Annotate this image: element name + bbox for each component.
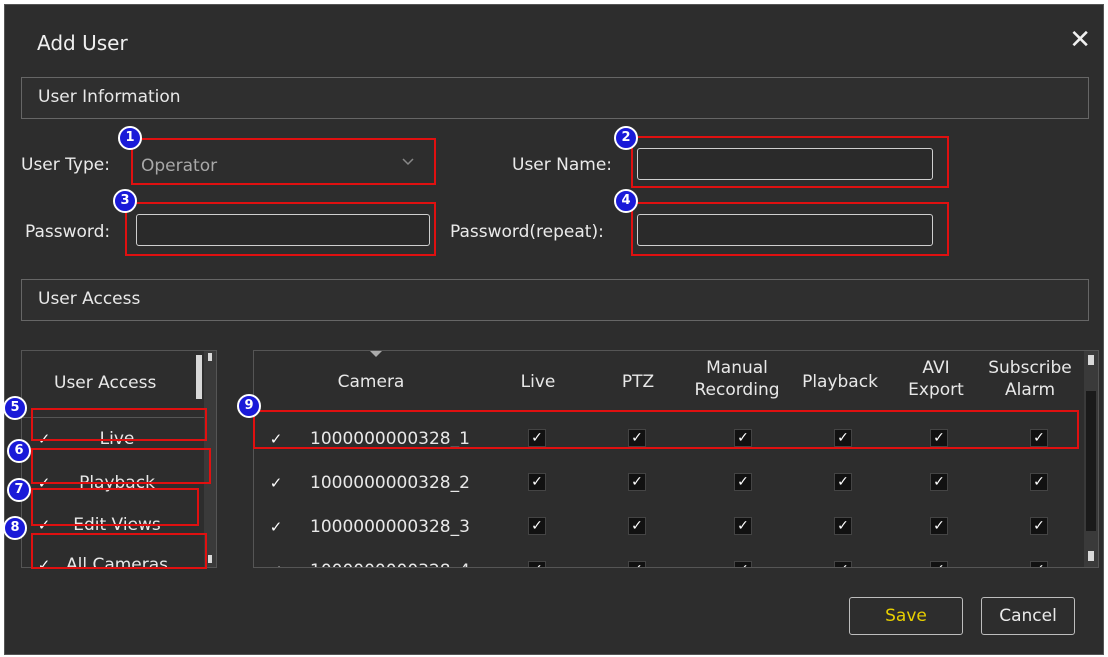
permission-checkbox[interactable]: ✓ (734, 473, 752, 491)
permission-checkbox[interactable]: ✓ (528, 517, 546, 535)
permission-checkbox[interactable]: ✓ (628, 473, 646, 491)
permission-checkbox[interactable]: ✓ (834, 517, 852, 535)
permission-checkbox[interactable]: ✓ (834, 561, 852, 567)
annotation-box-1 (131, 138, 436, 185)
table-row[interactable]: ✓ 1000000000328_3 ✓ ✓ ✓ ✓ ✓ ✓ (254, 505, 1082, 549)
badge-6: 6 (7, 439, 31, 463)
save-button[interactable]: Save (849, 597, 963, 635)
camera-permissions-table: Camera Live PTZ Manual Recording Playbac… (253, 350, 1099, 568)
camera-name-cell: 1000000000328_2 (310, 473, 470, 493)
permission-checkbox[interactable]: ✓ (734, 517, 752, 535)
scroll-up-arrow[interactable] (1088, 355, 1094, 365)
table-row[interactable]: ✓ 1000000000328_4 ✓ ✓ ✓ ✓ ✓ ✓ (254, 549, 1082, 567)
camera-name-cell: 1000000000328_4 (310, 561, 470, 567)
column-header-ptz[interactable]: PTZ (608, 371, 668, 393)
add-user-dialog: Add User ✕ User Information User Type: O… (3, 4, 1104, 655)
table-row[interactable]: ✓ 1000000000328_2 ✓ ✓ ✓ ✓ ✓ ✓ (254, 461, 1082, 505)
user-type-label: User Type: (21, 155, 110, 175)
password-repeat-label: Password(repeat): (450, 222, 604, 242)
scroll-down-arrow[interactable] (208, 555, 212, 563)
column-header-avi-export[interactable]: AVI Export (894, 357, 978, 401)
annotation-box-9 (253, 410, 1079, 449)
row-checkbox[interactable]: ✓ (268, 475, 284, 491)
annotation-box-8 (31, 533, 207, 569)
badge-1: 1 (118, 126, 142, 150)
column-header-subscribe-alarm[interactable]: Subscribe Alarm (980, 357, 1080, 401)
password-label: Password: (25, 222, 111, 242)
permission-checkbox[interactable]: ✓ (1030, 473, 1048, 491)
row-checkbox[interactable]: ✓ (268, 563, 284, 567)
annotation-box-6 (31, 448, 211, 484)
section-title: User Access (38, 289, 141, 309)
scroll-up-arrow[interactable] (208, 353, 212, 361)
permission-checkbox[interactable]: ✓ (1030, 517, 1048, 535)
section-user-access: User Access (21, 279, 1089, 321)
badge-7: 7 (7, 478, 31, 502)
badge-9: 9 (237, 394, 261, 418)
sort-indicator-icon (370, 351, 382, 357)
permission-checkbox[interactable]: ✓ (930, 473, 948, 491)
camera-name-cell: 1000000000328_3 (310, 517, 470, 537)
section-title: User Information (38, 87, 181, 107)
table-scrollbar[interactable] (1084, 351, 1098, 567)
close-icon[interactable]: ✕ (1069, 25, 1091, 55)
column-header-playback[interactable]: Playback (792, 371, 888, 393)
section-user-information: User Information (21, 77, 1089, 119)
badge-4: 4 (614, 189, 638, 213)
annotation-box-7 (31, 488, 199, 526)
badge-3: 3 (113, 189, 137, 213)
annotation-box-4 (631, 202, 949, 256)
list-header-label: User Access (54, 373, 157, 393)
permission-checkbox[interactable]: ✓ (528, 473, 546, 491)
column-header-manual-recording[interactable]: Manual Recording (682, 357, 792, 401)
permission-checkbox[interactable]: ✓ (528, 561, 546, 567)
permission-checkbox[interactable]: ✓ (930, 517, 948, 535)
cancel-button[interactable]: Cancel (981, 597, 1075, 635)
scroll-thumb[interactable] (1086, 391, 1096, 531)
column-header-live[interactable]: Live (508, 371, 568, 393)
badge-5: 5 (3, 396, 27, 420)
badge-8: 8 (3, 516, 27, 540)
row-checkbox[interactable]: ✓ (268, 519, 284, 535)
badge-2: 2 (614, 126, 638, 150)
annotation-box-3 (125, 202, 436, 256)
permission-checkbox[interactable]: ✓ (1030, 561, 1048, 567)
column-header-camera[interactable]: Camera (316, 371, 426, 393)
scroll-down-arrow[interactable] (1088, 551, 1094, 561)
permission-checkbox[interactable]: ✓ (628, 517, 646, 535)
annotation-box-5 (31, 408, 207, 441)
user-name-label: User Name: (512, 155, 613, 175)
permission-checkbox[interactable]: ✓ (628, 561, 646, 567)
annotation-box-2 (631, 136, 949, 188)
dialog-title: Add User (37, 31, 128, 55)
permission-checkbox[interactable]: ✓ (930, 561, 948, 567)
permission-checkbox[interactable]: ✓ (834, 473, 852, 491)
permission-checkbox[interactable]: ✓ (734, 561, 752, 567)
scroll-thumb[interactable] (196, 355, 202, 399)
